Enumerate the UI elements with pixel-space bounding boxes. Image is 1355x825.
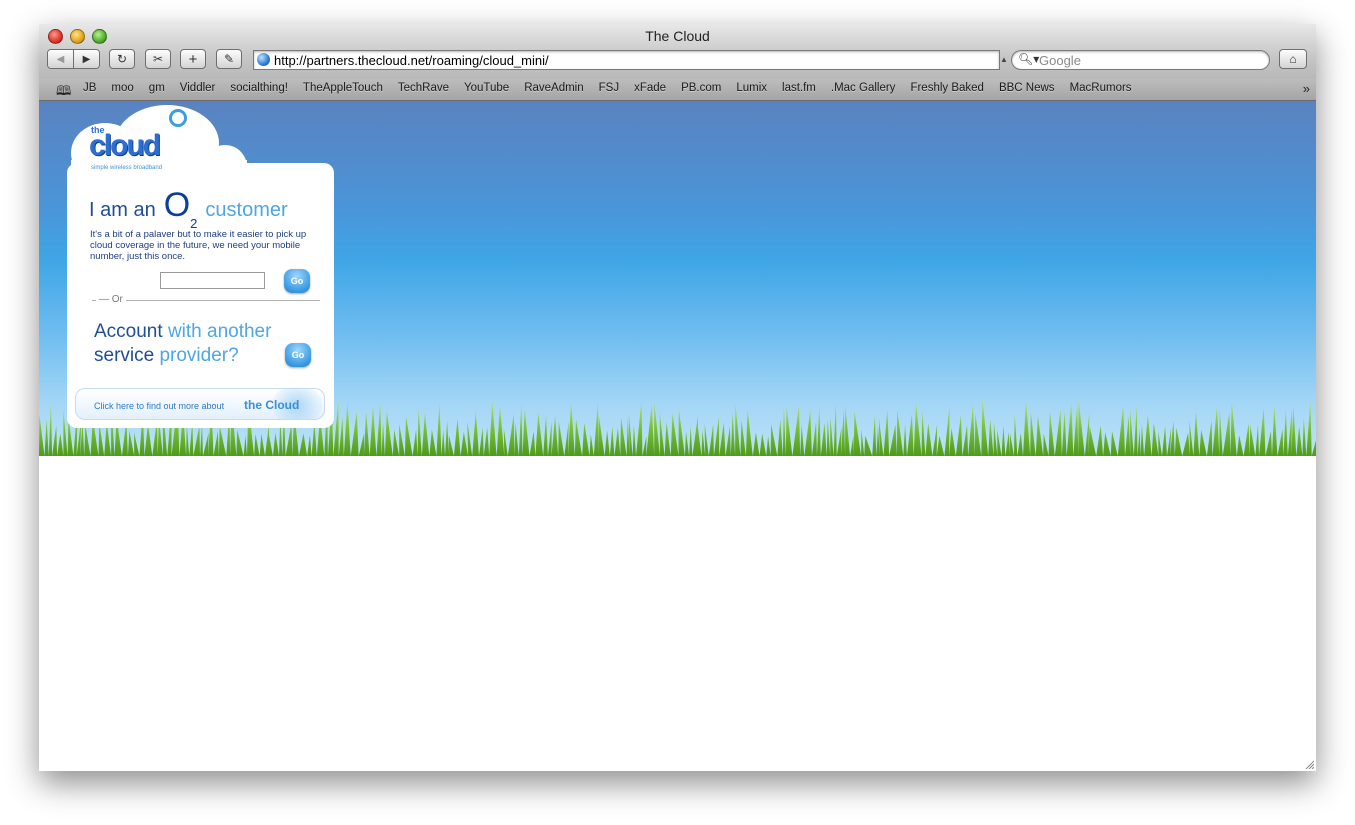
o2-heading-tail: customer [205,199,288,221]
bookmark-item[interactable]: FSJ [599,82,619,94]
window-title: The Cloud [645,28,710,44]
bookmark-item[interactable]: JB [83,82,96,94]
o2-heading-lead: I am an [89,199,156,221]
find-out-text: Click here to find out more about [94,401,225,411]
search-field[interactable]: 🔍︎▾ Google [1011,50,1270,70]
logo-bubble-icon [169,109,187,127]
acct-word-1: Account [94,321,163,342]
forward-arrow-icon[interactable]: ▶ [73,50,99,68]
globe-icon [257,53,270,66]
or-text: Or [111,294,123,305]
bookmark-item[interactable]: YouTube [464,82,509,94]
more-bookmarks-icon[interactable]: » [1303,81,1310,96]
bookmark-item[interactable]: gm [149,82,165,94]
url-text[interactable]: http://partners.thecloud.net/roaming/clo… [274,53,549,68]
bookmark-item[interactable]: BBC News [999,82,1055,94]
url-dropdown-icon[interactable]: ▲ [1000,55,1008,64]
snapback-button[interactable]: ✂ [145,49,171,69]
search-placeholder: Google [1039,53,1081,68]
reload-icon: ↻ [116,52,128,66]
bookmark-item[interactable]: TechRave [398,82,449,94]
bookmark-item[interactable]: Freshly Baked [910,82,984,94]
o2-letter: O [163,186,191,224]
window-toolbar: The Cloud ◀ ▶ ↻ ✂ + ✎ http://partners.th… [39,24,1316,80]
or-divider [92,300,320,301]
bookmarks-bar: 🕮 JB moo gm Viddler socialthing! TheAppleTouc… [39,79,1316,101]
back-arrow-icon[interactable]: ◀ [48,50,73,68]
acct-word-4: service [94,345,155,366]
search-icon[interactable]: 🔍︎▾ [1018,52,1039,66]
home-button[interactable]: ⌂ [1279,49,1307,69]
pencil-icon: ✎ [223,52,235,66]
acct-word-3: another [207,321,272,342]
bookmark-item[interactable]: .Mac Gallery [831,82,896,94]
other-provider-go-button[interactable]: Go [285,343,311,367]
address-bar[interactable]: http://partners.thecloud.net/roaming/clo… [253,50,1000,70]
bookmark-item[interactable]: Lumix [736,82,767,94]
page-content: the cloud simple wireless broadband I am… [39,101,1316,771]
bookmark-item[interactable]: MacRumors [1070,82,1132,94]
acct-word-2: with [167,321,202,342]
resize-grip-icon[interactable] [1304,759,1314,769]
nav-buttons: ◀ ▶ [47,49,100,69]
home-icon: ⌂ [1289,52,1297,66]
find-out-more-banner[interactable]: Click here to find out more about the Cl… [75,388,325,420]
or-label: — Or [96,294,126,305]
o2-blurb: It's a bit of a palaver but to make it e… [90,229,307,262]
bookmark-item[interactable]: PB.com [681,82,721,94]
reload-button[interactable]: ↻ [109,49,135,69]
bookmark-item[interactable]: TheAppleTouch [303,82,383,94]
plus-icon: + [188,50,198,68]
bookmark-item[interactable]: last.fm [782,82,816,94]
o2-logo: O2 [163,186,198,231]
snapback-icon: ✂ [152,52,164,66]
bookmark-item[interactable]: moo [111,82,133,94]
bookmark-item[interactable]: RaveAdmin [524,82,583,94]
mobile-number-input[interactable] [160,272,265,289]
logo-word: cloud [89,129,161,162]
edit-button[interactable]: ✎ [216,49,242,69]
bookmark-item[interactable]: xFade [634,82,666,94]
add-bookmark-button[interactable]: + [180,49,206,69]
o2-customer-heading: I am an O2 customer [89,186,288,231]
logo-tagline: simple wireless broadband [91,165,163,171]
browser-window: The Cloud ◀ ▶ ↻ ✂ + ✎ http://partners.th… [39,24,1316,771]
find-out-brand: the Cloud [244,398,300,412]
bookmark-item[interactable]: Viddler [180,82,216,94]
other-provider-heading[interactable]: Account with another service provider? [94,320,271,368]
bookmarks-list: JB moo gm Viddler socialthing! TheAppleTouch T… [83,82,1147,94]
bookmark-item[interactable]: socialthing! [230,82,288,94]
acct-word-5: provider? [159,345,239,366]
o2-go-button[interactable]: Go [284,269,310,293]
